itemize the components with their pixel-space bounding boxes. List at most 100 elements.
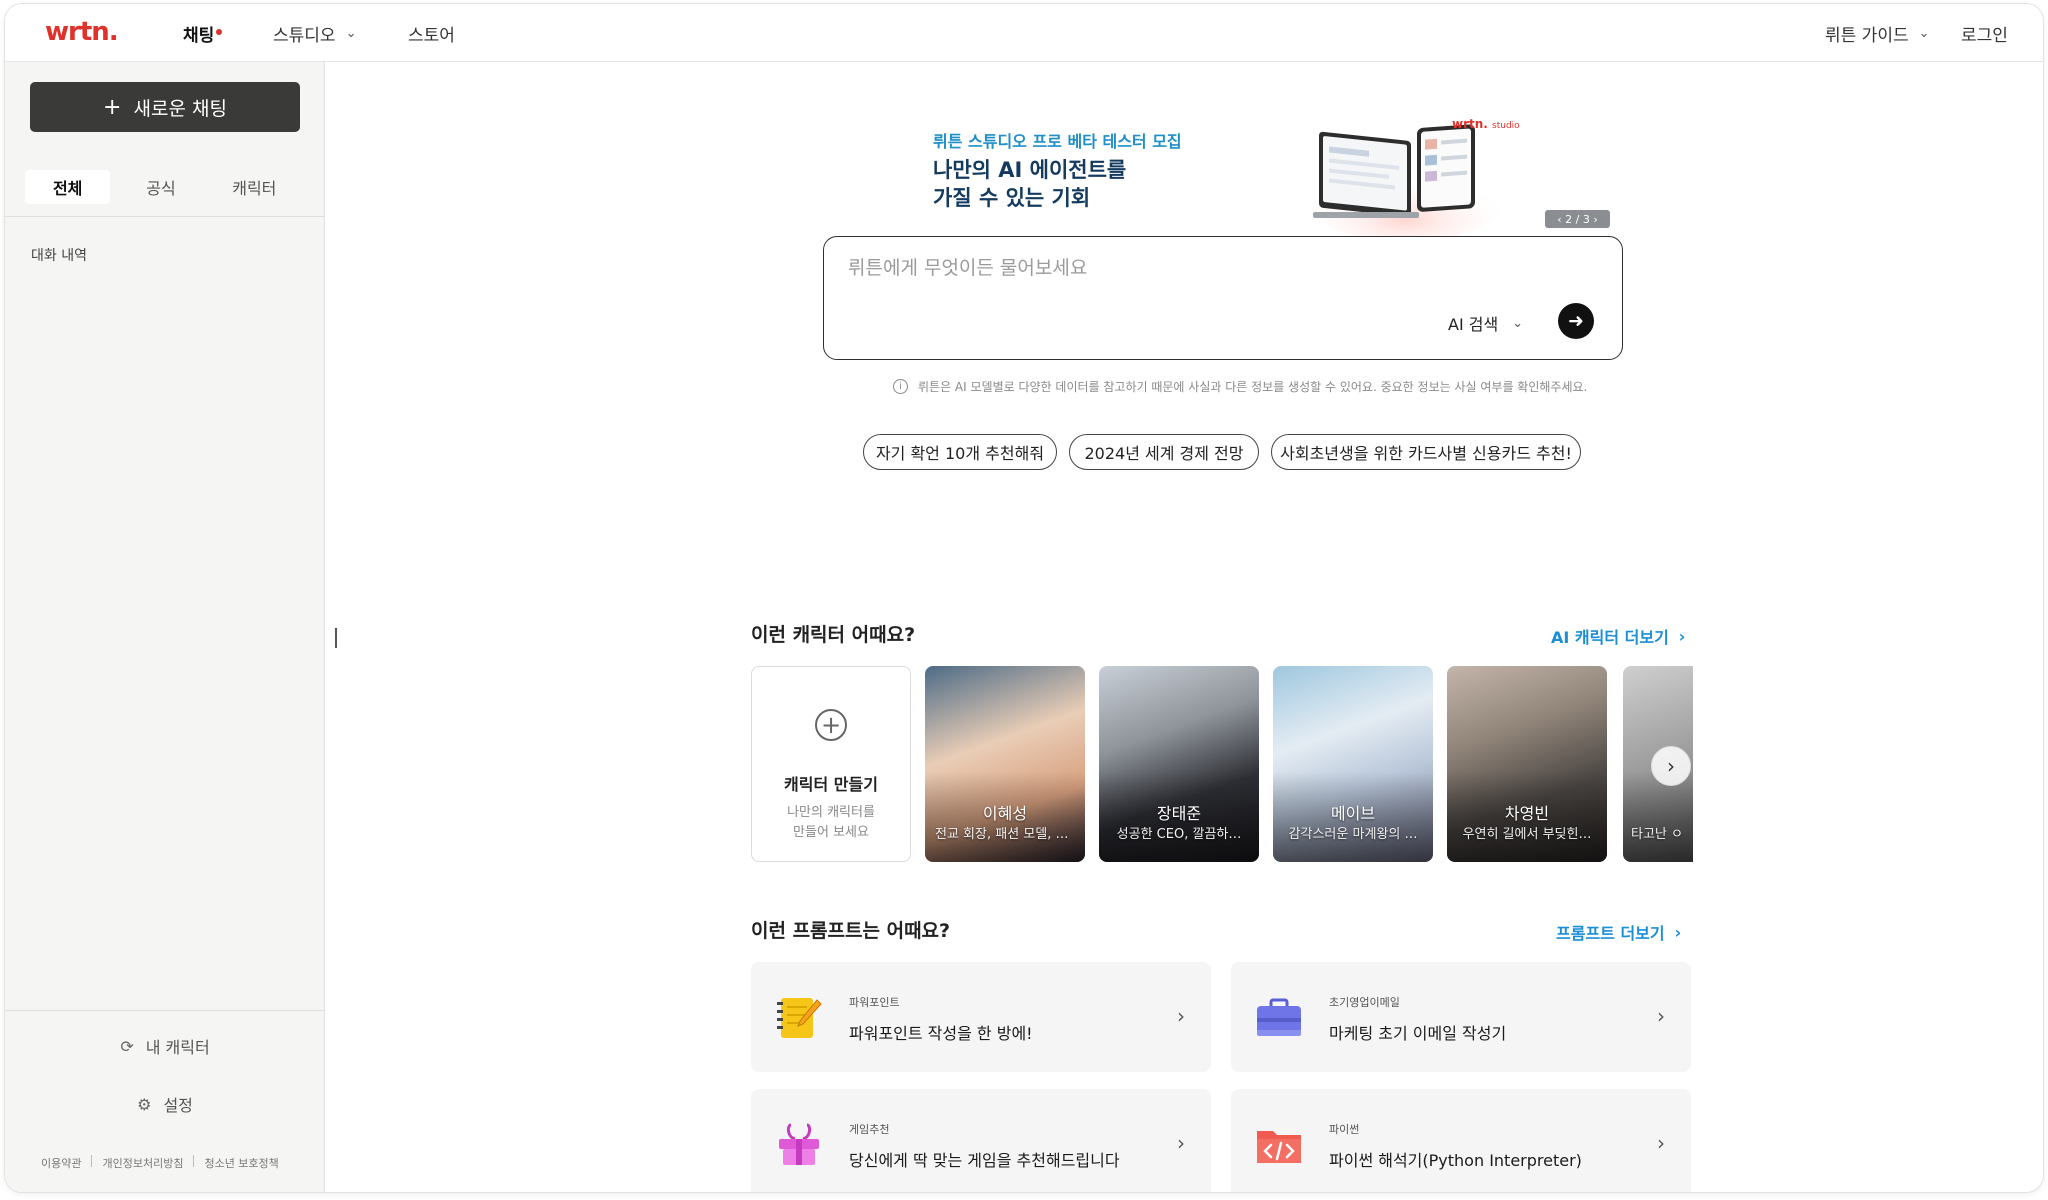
prompt-category: 파워포인트 [849, 996, 900, 1009]
laptop-tablet-illustration [1310, 124, 1500, 236]
image-gradient [1623, 772, 1693, 862]
nav-store-label: 스토어 [408, 25, 455, 46]
create-character-title: 캐릭터 만들기 [784, 775, 878, 794]
chevron-down-icon: ⌄ [1512, 315, 1524, 331]
separator [193, 1155, 195, 1167]
top-header: wrtn. 채팅 스튜디오 ⌄ 스토어 뤼튼 가이드 ⌄ 로그인 [5, 4, 2043, 62]
banner-subtitle[interactable]: 뤼튼 스튜디오 프로 베타 테스터 모집 [933, 128, 1182, 152]
my-character-label: 내 캐릭터 [145, 1038, 210, 1057]
search-box: AI 검색 ⌄ ➜ [823, 236, 1623, 360]
footer-links: 이용약관 개인정보처리방침 청소년 보호정책 [41, 1155, 279, 1171]
create-character-desc-line: 만들어 보세요 [793, 825, 869, 840]
character-card[interactable]: 이혜성 전교 회장, 패션 모델, 어… [925, 666, 1085, 862]
divider [5, 216, 325, 217]
character-name: 장태준 [1156, 804, 1202, 823]
chevron-down-icon: ⌄ [345, 25, 357, 41]
character-desc: 성공한 CEO, 깔끔하… [1116, 827, 1242, 842]
more-prompts-label: 프롬프트 더보기 [1556, 924, 1665, 943]
terms-link[interactable]: 이용약관 [41, 1155, 81, 1171]
suggestion-chip[interactable]: 2024년 세계 경제 전망 [1069, 434, 1259, 470]
nav-store[interactable]: 스토어 [408, 4, 455, 62]
character-card[interactable]: 메이브 감각스러운 마계왕의 … [1273, 666, 1433, 862]
send-button[interactable]: ➜ [1558, 303, 1594, 339]
banner-title-line: 가질 수 있는 기회 [933, 186, 1091, 210]
prompt-card[interactable]: 게임추천 당신에게 딱 맞는 게임을 추천해드립니다 › [751, 1089, 1211, 1192]
divider [5, 1010, 325, 1011]
create-character-desc: 나만의 캐릭터를 만들어 보세요 [752, 803, 910, 843]
prompt-category: 파이썬 [1329, 1123, 1360, 1136]
info-icon: i [893, 379, 908, 394]
gear-icon: ⚙ [137, 1094, 152, 1114]
wrtn-logo[interactable]: wrtn. [45, 17, 119, 47]
plus-circle-icon: + [815, 709, 847, 741]
login-label: 로그인 [1961, 25, 2008, 46]
sidebar-tabs: 전체 공식 캐릭터 [25, 170, 305, 204]
tab-official[interactable]: 공식 [118, 170, 203, 204]
settings-label: 설정 [163, 1096, 193, 1115]
chevron-right-icon: › [1657, 1004, 1665, 1028]
banner-title-line: 나만의 AI 에이전트를 [933, 158, 1127, 182]
chevron-right-icon: › [1177, 1131, 1185, 1155]
suggestion-chip[interactable]: 자기 확언 10개 추천해줘 [863, 434, 1057, 470]
chevron-right-icon: › [1177, 1004, 1185, 1028]
suggestion-chip[interactable]: 사회초년생을 위한 카드사별 신용카드 추천! [1271, 434, 1581, 470]
character-section-title: 이런 캐릭터 어때요? [751, 624, 916, 646]
banner-title[interactable]: 나만의 AI 에이전트를 가질 수 있는 기회 [933, 156, 1213, 212]
carousel-next-button[interactable]: › [1651, 746, 1691, 786]
character-name: 차영빈 [1504, 804, 1550, 823]
arrow-right-icon: ➜ [1568, 310, 1584, 332]
character-desc: 감각스러운 마계왕의 … [1288, 827, 1418, 842]
ai-mode-label: AI 검색 [1448, 315, 1499, 334]
more-characters-link[interactable]: AI 캐릭터 더보기 › [1551, 624, 1685, 648]
character-card[interactable]: 차영빈 우연히 길에서 부딪힌… [1447, 666, 1607, 862]
prompt-section-title: 이런 프롬프트는 어때요? [751, 920, 951, 942]
youth-policy-link[interactable]: 청소년 보호정책 [204, 1155, 278, 1171]
tab-character[interactable]: 캐릭터 [212, 170, 297, 204]
active-dot-icon [216, 28, 223, 35]
disclaimer-text: 뤼튼은 AI 모델별로 다양한 데이터를 참고하기 때문에 사실과 다른 정보를… [918, 380, 1588, 394]
studio-logo-text: wrtn. [1452, 117, 1488, 131]
ai-mode-select[interactable]: AI 검색 ⌄ [1448, 311, 1523, 335]
search-input[interactable] [848, 257, 1548, 279]
chevron-right-icon: › [1657, 1131, 1665, 1155]
my-character-link[interactable]: ⟳ 내 캐릭터 [5, 1034, 325, 1058]
nav-studio[interactable]: 스튜디오 ⌄ [273, 4, 356, 62]
create-character-desc-line: 나만의 캐릭터를 [787, 805, 875, 820]
nav-chat[interactable]: 채팅 [183, 4, 223, 62]
sidebar-resize-handle[interactable] [335, 628, 337, 648]
chevron-right-icon: › [1678, 626, 1686, 646]
prompt-card[interactable]: 파워포인트 파워포인트 작성을 한 방에! › [751, 962, 1211, 1072]
prompt-title: 파워포인트 작성을 한 방에! [849, 1024, 1033, 1043]
chevron-right-icon: › [1667, 754, 1675, 778]
character-card[interactable]: 장태준 성공한 CEO, 깔끔하… [1099, 666, 1259, 862]
login-button[interactable]: 로그인 [1961, 4, 2008, 62]
prompt-category: 게임추천 [849, 1123, 890, 1136]
prompt-category: 초기영업이메일 [1329, 996, 1400, 1009]
character-name: 이혜성 [982, 804, 1028, 823]
create-character-card[interactable]: + 캐릭터 만들기 나만의 캐릭터를 만들어 보세요 [751, 666, 911, 862]
notepad-icon [777, 998, 822, 1038]
tab-all[interactable]: 전체 [25, 170, 111, 204]
nav-studio-label: 스튜디오 [273, 25, 336, 46]
studio-logo: wrtn. studio [1452, 117, 1520, 131]
nav-guide[interactable]: 뤼튼 가이드 ⌄ [1825, 4, 1930, 62]
studio-logo-suffix: studio [1492, 121, 1520, 131]
chevron-right-icon: › [1674, 922, 1682, 942]
app-window: wrtn. 채팅 스튜디오 ⌄ 스토어 뤼튼 가이드 ⌄ 로그인 + 새로운 채팅 … [4, 3, 2044, 1193]
prompt-title: 당신에게 딱 맞는 게임을 추천해드립니다 [849, 1151, 1120, 1170]
prompt-card[interactable]: 파이썬 파이썬 해석기(Python Interpreter) › [1231, 1089, 1691, 1192]
character-desc: 우연히 길에서 부딪힌… [1462, 827, 1592, 842]
refresh-person-icon: ⟳ [120, 1036, 134, 1056]
plus-icon: + [103, 94, 122, 120]
privacy-link[interactable]: 개인정보처리방침 [102, 1155, 183, 1171]
prompt-title: 마케팅 초기 이메일 작성기 [1329, 1024, 1507, 1043]
more-prompts-link[interactable]: 프롬프트 더보기 › [1556, 920, 1681, 944]
banner-pager[interactable]: ‹ 2 / 3 › [1545, 210, 1610, 228]
prompt-card[interactable]: 초기영업이메일 마케팅 초기 이메일 작성기 › [1231, 962, 1691, 1072]
character-name: 메이브 [1330, 804, 1376, 823]
new-chat-label: 새로운 채팅 [133, 97, 227, 120]
new-chat-button[interactable]: + 새로운 채팅 [30, 82, 300, 132]
settings-link[interactable]: ⚙ 설정 [5, 1092, 325, 1116]
briefcase-icon [1257, 998, 1301, 1036]
character-desc: 타고난 ㅇ [1631, 827, 1683, 842]
